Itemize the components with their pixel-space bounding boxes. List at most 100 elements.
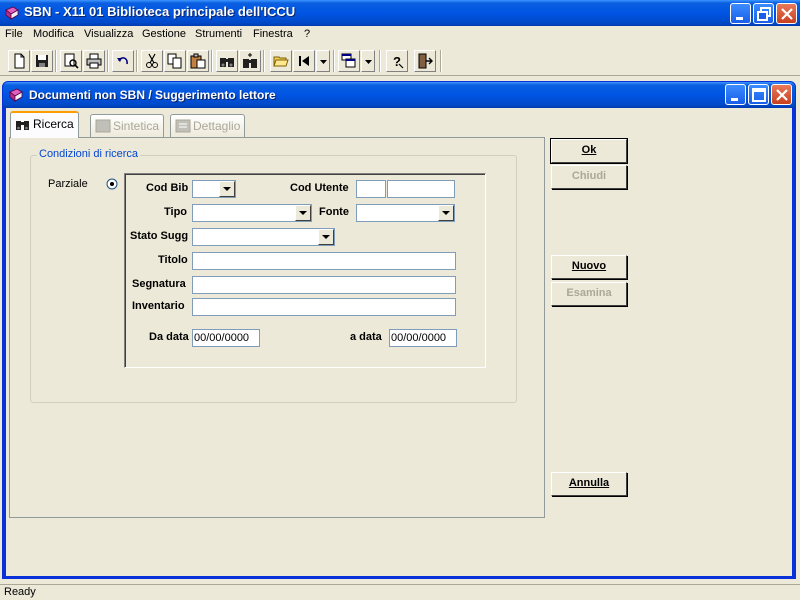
cod-utente-field-1[interactable] (356, 180, 386, 198)
chevron-down-icon (223, 187, 231, 191)
menu-modifica[interactable]: Modifica (33, 28, 74, 40)
menu-visualizza[interactable]: Visualizza (84, 28, 133, 40)
minimize-icon (731, 98, 738, 101)
find-next-button[interactable] (239, 50, 261, 72)
cod-bib-dropdown-button[interactable] (219, 181, 235, 197)
statusbar: Ready (0, 584, 800, 600)
ok-button[interactable]: Ok (550, 138, 628, 164)
inventario-field[interactable] (192, 298, 456, 316)
main-titlebar: SBN - X11 01 Biblioteca principale dell'… (0, 0, 800, 26)
esamina-button[interactable]: Esamina (551, 282, 627, 306)
new-document-icon (14, 53, 25, 69)
toolbar-separator (263, 50, 265, 72)
save-icon (36, 55, 48, 67)
window-list-icon (341, 53, 356, 68)
chevron-down-icon (322, 235, 330, 239)
help-button[interactable]: ? (386, 50, 408, 72)
parziale-radio[interactable] (106, 178, 118, 190)
paste-icon (190, 53, 206, 69)
exit-button[interactable] (414, 50, 436, 72)
child-minimize-button[interactable] (725, 84, 746, 105)
close-icon (776, 89, 788, 101)
toolbar-separator (333, 50, 335, 72)
maximize-icon (752, 88, 766, 102)
copy-icon (167, 53, 182, 69)
restore-button[interactable] (753, 3, 774, 24)
dropdown-icon (320, 60, 327, 64)
toolbar-separator (379, 50, 381, 72)
tab-sintetica-label: Sintetica (113, 119, 160, 133)
annulla-button[interactable]: Annulla (551, 472, 627, 496)
undo-icon (117, 57, 128, 65)
stato-sugg-label: Stato Sugg (130, 230, 189, 242)
child-close-button[interactable] (771, 84, 792, 105)
da-data-field[interactable]: 00/00/0000 (192, 329, 260, 347)
titolo-label: Titolo (158, 254, 188, 266)
menu-finestra[interactable]: Finestra (253, 28, 293, 40)
child-book-icon (9, 88, 23, 102)
app-title: SBN - X11 01 Biblioteca principale dell'… (24, 4, 296, 19)
fonte-dropdown-button[interactable] (438, 205, 454, 221)
first-record-dropdown[interactable] (316, 50, 330, 72)
undo-button[interactable] (112, 50, 134, 72)
tab-dettaglio-label: Dettaglio (193, 119, 241, 133)
status-text: Ready (4, 586, 36, 598)
tab-dettaglio[interactable]: Dettaglio (170, 114, 246, 138)
toolbar: ? (0, 46, 800, 76)
menu-gestione[interactable]: Gestione (142, 28, 186, 40)
binoculars-icon (16, 121, 29, 130)
menu-file[interactable]: File (5, 28, 23, 40)
chevron-down-icon (442, 211, 450, 215)
find-next-icon (243, 53, 257, 68)
stato-sugg-combo[interactable] (192, 228, 335, 246)
menu-strumenti[interactable]: Strumenti (195, 28, 242, 40)
fonte-combo[interactable] (356, 204, 455, 222)
toolbar-separator (440, 50, 442, 72)
exit-icon (418, 53, 433, 69)
restore-icon (757, 7, 771, 21)
toolbar-separator (136, 50, 138, 72)
tipo-combo[interactable] (192, 204, 312, 222)
a-data-field[interactable]: 00/00/0000 (389, 329, 457, 347)
cod-utente-field-2[interactable] (387, 180, 455, 198)
find-icon (220, 58, 234, 67)
print-preview-button[interactable] (60, 50, 82, 72)
tab-sintetica[interactable]: Sintetica (90, 114, 165, 138)
open-folder-button[interactable] (270, 50, 292, 72)
menubar: File Modifica Visualizza Gestione Strume… (0, 26, 800, 44)
tab-ricerca[interactable]: Ricerca (10, 111, 79, 138)
annulla-button-label: Annulla (568, 477, 610, 489)
list-icon (95, 119, 111, 133)
menu-help[interactable]: ? (304, 28, 310, 40)
close-button[interactable] (776, 3, 797, 24)
help-icon: ? (393, 54, 404, 69)
window-list-dropdown[interactable] (361, 50, 375, 72)
cut-button[interactable] (141, 50, 163, 72)
first-record-button[interactable] (293, 50, 315, 72)
stato-sugg-dropdown-button[interactable] (318, 229, 334, 245)
copy-button[interactable] (164, 50, 186, 72)
inventario-label: Inventario (132, 300, 185, 312)
ok-button-label: Ok (581, 144, 597, 156)
minimize-button[interactable] (730, 3, 751, 24)
save-button[interactable] (31, 50, 53, 72)
toolbar-separator (107, 50, 109, 72)
tab-panel-ricerca: Condizioni di ricerca Parziale Cod Bib C… (9, 137, 545, 518)
nuovo-button[interactable]: Nuovo (551, 255, 627, 279)
print-preview-icon (64, 53, 79, 69)
new-document-button[interactable] (8, 50, 30, 72)
paste-button[interactable] (187, 50, 209, 72)
find-button[interactable] (216, 50, 238, 72)
titolo-field[interactable] (192, 252, 456, 270)
tipo-dropdown-button[interactable] (295, 205, 311, 221)
child-maximize-button[interactable] (748, 84, 769, 105)
print-button[interactable] (83, 50, 105, 72)
segnatura-field[interactable] (192, 276, 456, 294)
child-window: Documenti non SBN / Suggerimento lettore… (2, 81, 796, 579)
chiudi-button[interactable]: Chiudi (551, 165, 627, 189)
esamina-button-label: Esamina (566, 287, 612, 299)
detail-icon (175, 119, 191, 133)
cod-bib-combo[interactable] (192, 180, 236, 198)
window-list-button[interactable] (338, 50, 360, 72)
close-icon (781, 8, 793, 20)
